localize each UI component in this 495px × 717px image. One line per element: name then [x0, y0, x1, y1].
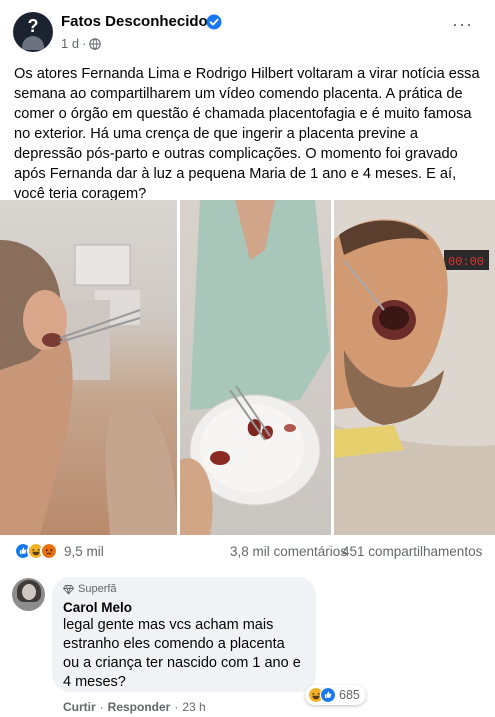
- diamond-icon: [63, 584, 74, 595]
- post-stats: 9,5 mil 3,8 mil comentários 451 comparti…: [0, 536, 495, 566]
- post-caption: Os atores Fernanda Lima e Rodrigo Hilber…: [14, 66, 480, 202]
- meta-separator: ·: [82, 36, 87, 51]
- globe-icon[interactable]: [89, 37, 102, 50]
- media-panel-3[interactable]: 00:00: [334, 200, 495, 535]
- post-media[interactable]: 00:00: [0, 200, 495, 535]
- reply-comment-button[interactable]: Responder: [108, 700, 171, 714]
- comment-actions: Curtir · Responder · 23 h: [63, 700, 206, 714]
- badge-label: Superfã: [78, 583, 117, 595]
- comment-reactions[interactable]: 685: [305, 685, 366, 705]
- verified-badge-icon: [206, 14, 222, 30]
- like-comment-button[interactable]: Curtir: [63, 700, 96, 714]
- angry-reaction-icon: [40, 542, 58, 560]
- post-header: ? Fatos Desconhecidos 1 d · ···: [0, 0, 495, 60]
- comment-text: legal gente mas vcs acham mais estranho …: [63, 617, 301, 690]
- reaction-icons[interactable]: [14, 542, 58, 560]
- like-reaction-icon: [320, 687, 336, 703]
- comment-reaction-count: 685: [339, 688, 360, 702]
- action-separator: ·: [99, 700, 104, 714]
- comment-author-link[interactable]: Carol Melo: [63, 600, 132, 615]
- superfan-badge: Superfã: [63, 583, 117, 595]
- reactions-count[interactable]: 9,5 mil: [64, 544, 104, 559]
- comments-count-link[interactable]: 3,8 mil comentários: [230, 544, 347, 559]
- comment-bubble: Superfã Carol Melo legal gente mas vcs a…: [52, 577, 366, 705]
- post-time-link[interactable]: 1 d: [61, 36, 79, 51]
- page-avatar[interactable]: ?: [13, 12, 53, 52]
- commenter-avatar[interactable]: [12, 578, 45, 611]
- post-card: ? Fatos Desconhecidos 1 d · ··· Os atore…: [0, 0, 495, 575]
- svg-text:00:00: 00:00: [448, 255, 484, 269]
- media-panel-2[interactable]: [180, 200, 331, 535]
- media-panel-1[interactable]: [0, 200, 177, 535]
- post-meta: 1 d ·: [61, 36, 102, 51]
- more-options-icon[interactable]: ···: [452, 14, 473, 35]
- page-name-link[interactable]: Fatos Desconhecidos: [61, 13, 216, 30]
- action-separator: ·: [174, 700, 179, 714]
- comment-section: Superfã Carol Melo legal gente mas vcs a…: [0, 575, 495, 717]
- comment-time-link[interactable]: 23 h: [182, 700, 205, 714]
- shares-count-link[interactable]: 451 compartilhamentos: [342, 544, 482, 559]
